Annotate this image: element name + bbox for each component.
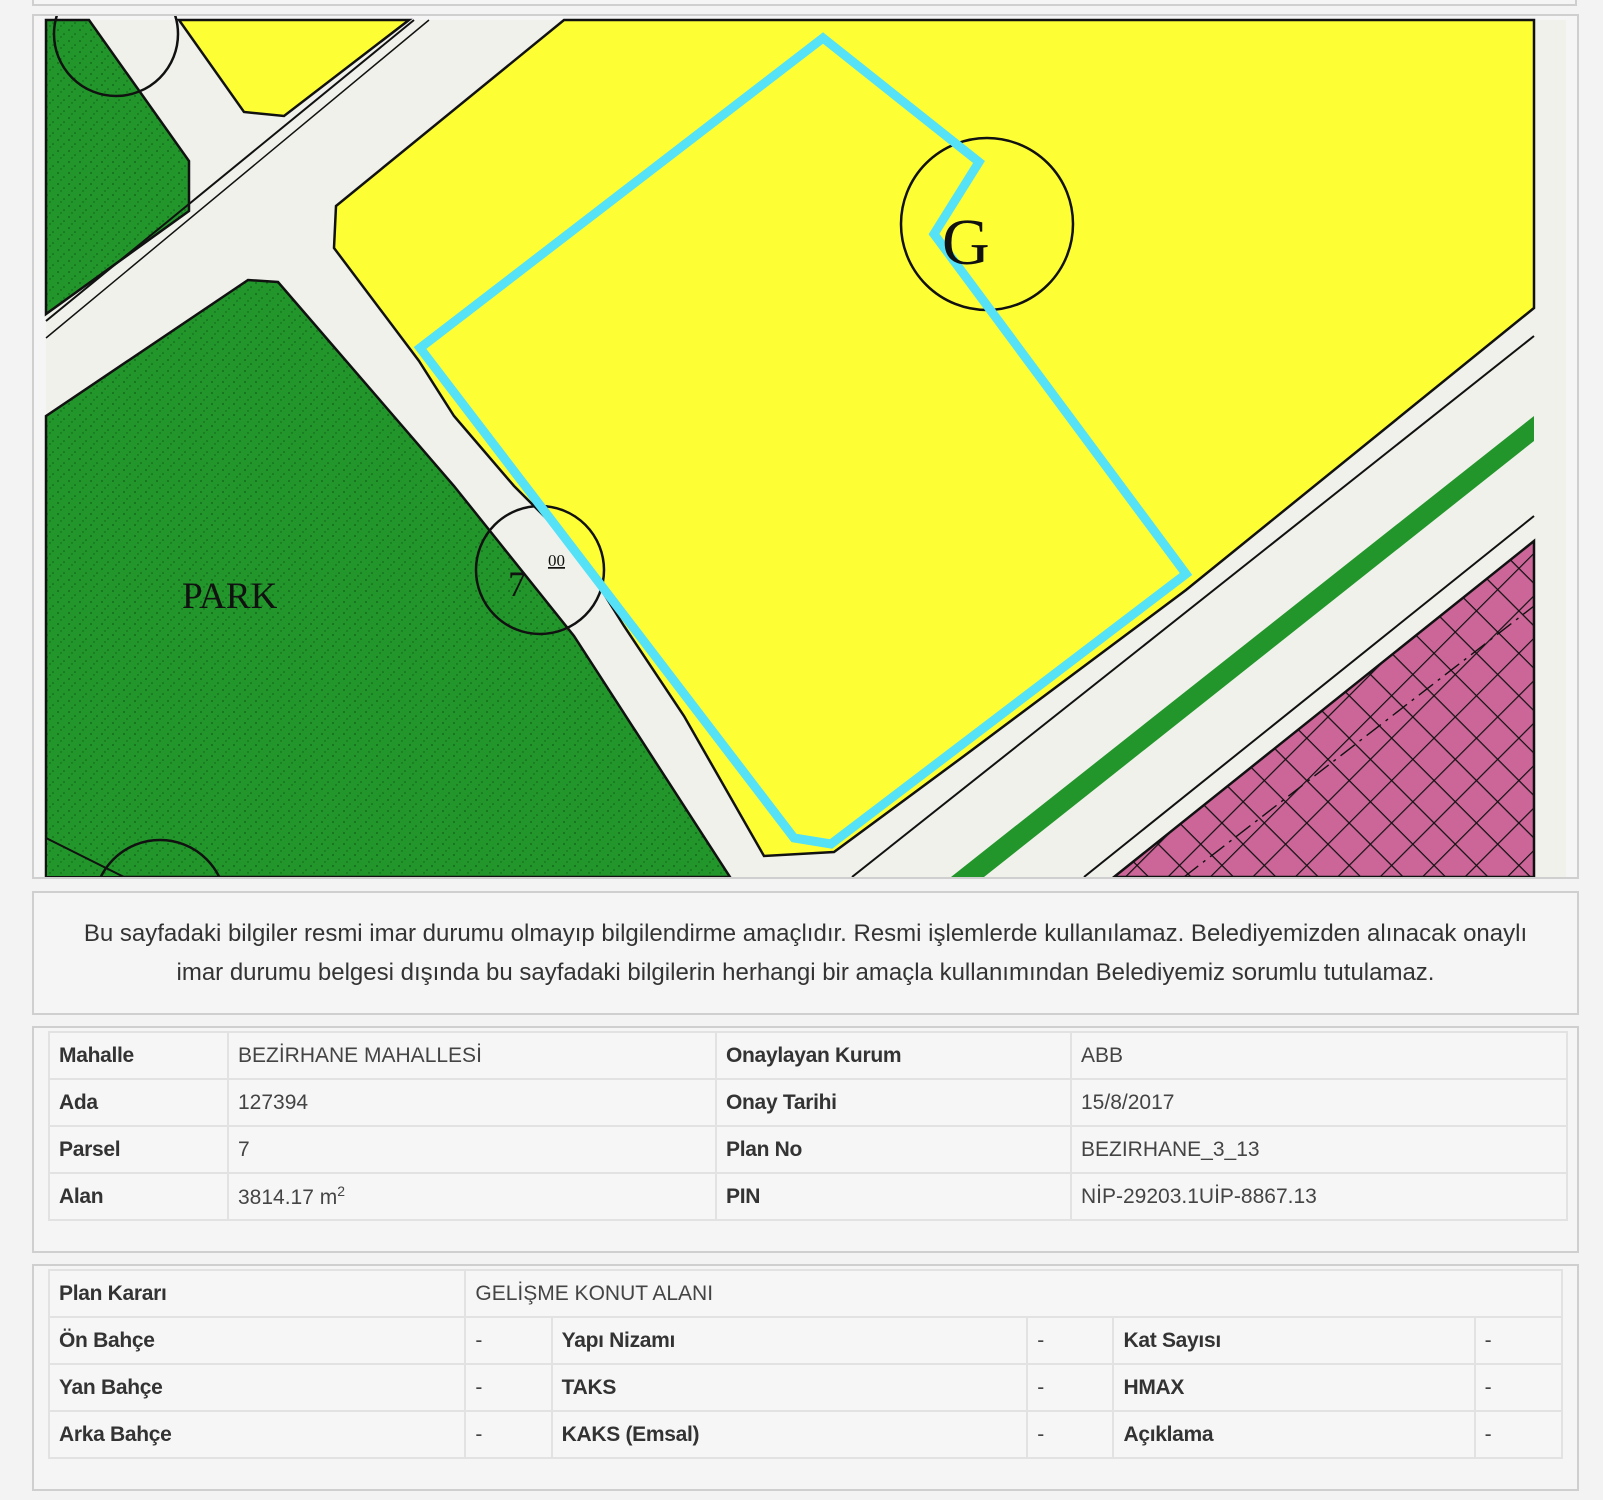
- kat-sayisi-label: Kat Sayısı: [1112, 1316, 1476, 1365]
- table-row: Plan Kararı GELİŞME KONUT ALANI: [47, 1269, 1563, 1318]
- kaks-label: KAKS (Emsal): [550, 1410, 1029, 1459]
- table-row: Mahalle BEZİRHANE MAHALLESİ Onaylayan Ku…: [48, 1031, 1568, 1080]
- kaks-value: -: [1026, 1410, 1115, 1459]
- mahalle-label: Mahalle: [48, 1031, 229, 1080]
- kat-sayisi-value: -: [1473, 1316, 1564, 1365]
- parsel-value: 7: [227, 1125, 717, 1174]
- yan-bahce-value: -: [464, 1363, 553, 1412]
- alan-unit-exponent: 2: [337, 1183, 346, 1199]
- zoning-map-panel[interactable]: PARK G 7 00: [32, 14, 1579, 879]
- previous-panel-edge: [32, 0, 1577, 6]
- plan-details-panel: Plan Kararı GELİŞME KONUT ALANI Ön Bahçe…: [32, 1264, 1579, 1491]
- zoning-map[interactable]: PARK G 7 00: [34, 16, 1577, 877]
- table-row: Parsel 7 Plan No BEZIRHANE_3_13: [48, 1125, 1568, 1174]
- alan-label: Alan: [48, 1172, 229, 1221]
- hmax-label: HMAX: [1112, 1363, 1476, 1412]
- parcel-info-panel: Mahalle BEZİRHANE MAHALLESİ Onaylayan Ku…: [32, 1026, 1579, 1253]
- table-row: Arka Bahçe - KAKS (Emsal) - Açıklama -: [47, 1410, 1564, 1459]
- hmax-value: -: [1473, 1363, 1564, 1412]
- park-label: PARK: [182, 576, 278, 617]
- ada-value: 127394: [227, 1078, 717, 1127]
- alan-cell: 3814.17 m2: [227, 1172, 717, 1221]
- on-bahce-value: -: [464, 1316, 553, 1365]
- ada-label: Ada: [48, 1078, 229, 1127]
- plan-karari-label: Plan Kararı: [47, 1269, 467, 1318]
- zone-label: G: [942, 206, 990, 279]
- on-bahce-label: Ön Bahçe: [47, 1316, 467, 1365]
- yapi-nizami-value: -: [1026, 1316, 1115, 1365]
- parcel-number-label: 7: [508, 564, 526, 604]
- yan-bahce-label: Yan Bahçe: [47, 1363, 467, 1412]
- parcel-sub-label: 00: [548, 551, 565, 570]
- pin-value: NİP-29203.1UİP-8867.13: [1070, 1172, 1568, 1221]
- taks-label: TAKS: [550, 1363, 1029, 1412]
- disclaimer-text: Bu sayfadaki bilgiler resmi imar durumu …: [83, 920, 1528, 986]
- aciklama-value: -: [1473, 1410, 1564, 1459]
- aciklama-label: Açıklama: [1112, 1410, 1476, 1459]
- yapi-nizami-label: Yapı Nizamı: [550, 1316, 1029, 1365]
- plan-no-value: BEZIRHANE_3_13: [1070, 1125, 1568, 1174]
- onaylayan-kurum-value: ABB: [1070, 1031, 1568, 1080]
- parsel-label: Parsel: [48, 1125, 229, 1174]
- table-row: Ada 127394 Onay Tarihi 15/8/2017: [48, 1078, 1568, 1127]
- plan-karari-value: GELİŞME KONUT ALANI: [464, 1269, 1563, 1318]
- pin-label: PIN: [715, 1172, 1072, 1221]
- arka-bahce-value: -: [464, 1410, 553, 1459]
- mahalle-value: BEZİRHANE MAHALLESİ: [227, 1031, 717, 1080]
- table-row: Alan 3814.17 m2 PIN NİP-29203.1UİP-8867.…: [48, 1172, 1568, 1221]
- parcel-info-table: Mahalle BEZİRHANE MAHALLESİ Onaylayan Ku…: [48, 1031, 1568, 1221]
- alan-value: 3814.17 m: [238, 1186, 338, 1209]
- onay-tarihi-value: 15/8/2017: [1070, 1078, 1568, 1127]
- taks-value: -: [1026, 1363, 1115, 1412]
- plan-details-table: Plan Kararı GELİŞME KONUT ALANI Ön Bahçe…: [47, 1269, 1564, 1459]
- table-row: Yan Bahçe - TAKS - HMAX -: [47, 1363, 1564, 1412]
- arka-bahce-label: Arka Bahçe: [47, 1410, 467, 1459]
- disclaimer-notice: Bu sayfadaki bilgiler resmi imar durumu …: [32, 891, 1579, 1015]
- table-row: Ön Bahçe - Yapı Nizamı - Kat Sayısı -: [47, 1316, 1564, 1365]
- onay-tarihi-label: Onay Tarihi: [715, 1078, 1072, 1127]
- onaylayan-kurum-label: Onaylayan Kurum: [715, 1031, 1072, 1080]
- plan-no-label: Plan No: [715, 1125, 1072, 1174]
